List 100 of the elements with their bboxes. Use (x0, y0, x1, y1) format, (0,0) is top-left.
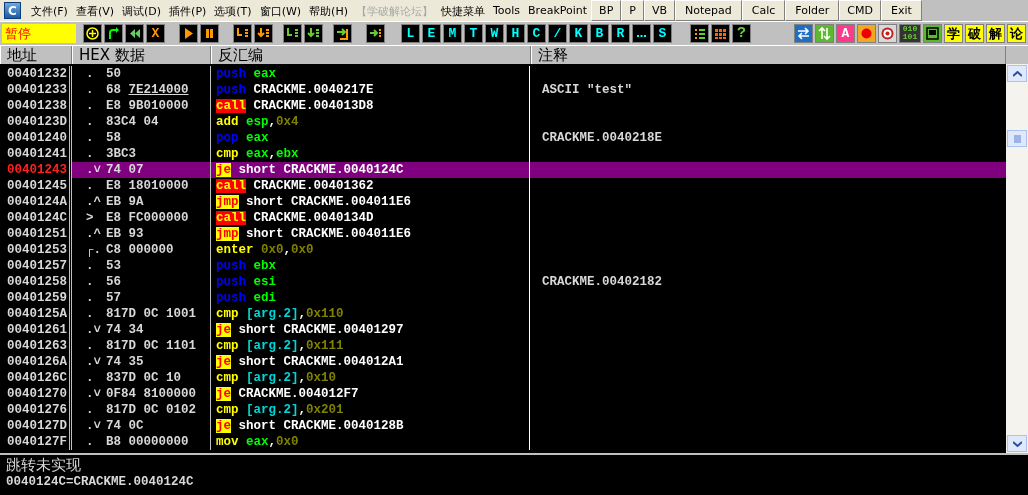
rewind-icon[interactable] (125, 23, 144, 43)
record-icon[interactable] (857, 23, 876, 43)
play-icon[interactable] (179, 23, 198, 43)
address-cell: 0040126A (0, 354, 72, 370)
view-button[interactable]: L (401, 23, 420, 43)
view-button[interactable]: T (464, 23, 483, 43)
comment-cell-text: CRACKME.00402182 (541, 274, 664, 290)
jump-marker: . (85, 370, 95, 386)
jump-marker: . (85, 290, 95, 306)
shortcut-button[interactable]: Folder (785, 0, 840, 21)
view-button[interactable]: H (506, 23, 525, 43)
menu-item[interactable]: 查看(V) (71, 0, 119, 21)
jump-marker: . (85, 434, 95, 450)
jump-marker: .^ (85, 194, 102, 210)
operand: eax (246, 131, 269, 145)
scrollbar[interactable] (1006, 64, 1028, 453)
operand: , (298, 371, 307, 385)
menu-item[interactable]: 帮助(H) (305, 0, 352, 21)
jump-marker: . (85, 274, 95, 290)
menu-item[interactable]: BreakPoint (524, 0, 592, 21)
shortcut-button[interactable]: CMD (839, 0, 881, 21)
dots-icon[interactable] (632, 23, 651, 43)
list-icon[interactable] (690, 23, 709, 43)
step-into-icon[interactable] (233, 23, 252, 43)
address-cell: 00401238 (0, 98, 72, 114)
view-button[interactable]: M (443, 23, 462, 43)
swap-arrows-icon[interactable] (794, 23, 813, 43)
jump-marker: . (85, 114, 95, 130)
mnemonic: cmp (216, 403, 239, 417)
mnemonic: jmp (216, 227, 239, 241)
menu-item[interactable]: Tools (488, 0, 525, 21)
view-button[interactable]: C (527, 23, 546, 43)
operand: CRACKME.00401362 (253, 179, 374, 193)
forum-button[interactable]: 学 (944, 23, 963, 43)
hex-bytes: EB 9A (106, 194, 144, 210)
menu-item[interactable]: 选项(T) (210, 0, 256, 21)
mnemonic: je (216, 387, 231, 401)
operand: short CRACKME.0040128B (238, 419, 404, 433)
address-cell: 00401276 (0, 402, 72, 418)
view-button[interactable]: B (590, 23, 609, 43)
pause-icon[interactable] (200, 23, 219, 43)
hex-bytes: 74 07 (106, 162, 144, 178)
shortcut-button[interactable]: P (621, 0, 644, 21)
view-button[interactable]: R (611, 23, 630, 43)
plus-icon[interactable] (83, 23, 102, 43)
hex-bytes: 817D 0C 1001 (106, 306, 196, 322)
scroll-down-icon[interactable] (1007, 435, 1027, 452)
menu-item[interactable]: 调试(D) (118, 0, 166, 21)
forum-button[interactable]: 解 (986, 23, 1005, 43)
comment-cell-text: CRACKME.0040218E (541, 130, 664, 146)
shortcut-button[interactable]: Calc (741, 0, 786, 21)
hex-bytes: 50 (106, 66, 121, 82)
forum-button[interactable]: 论 (1007, 23, 1026, 43)
view-button[interactable]: S (653, 23, 672, 43)
operand: short CRACKME.00401297 (238, 323, 404, 337)
step-over-icon[interactable] (254, 23, 273, 43)
operand: CRACKME.0040134D (253, 211, 374, 225)
menu-item[interactable]: 插件(P) (165, 0, 211, 21)
hex-bytes: 3BC3 (106, 146, 136, 162)
shortcut-button[interactable]: BP (591, 0, 622, 21)
view-button[interactable]: K (569, 23, 588, 43)
forum-button[interactable]: 破 (965, 23, 984, 43)
scroll-thumb[interactable] (1007, 130, 1027, 147)
address-cell: 00401270 (0, 386, 72, 402)
grid-icon[interactable] (711, 23, 730, 43)
mnemonic: jmp (216, 195, 239, 209)
operand: , (298, 403, 307, 417)
mnemonic: je (216, 163, 231, 177)
binary-button[interactable]: 010 101 (899, 23, 921, 43)
address-cell: 00401233 (0, 82, 72, 98)
operand: CRACKME.004013D8 (253, 99, 374, 113)
mnemonic: cmp (216, 147, 239, 161)
address-cell: 00401257 (0, 258, 72, 274)
menu-item[interactable]: 快捷菜单 (436, 0, 489, 21)
address-cell: 0040124C (0, 210, 72, 226)
shortcut-button[interactable]: Exit (880, 0, 922, 21)
menu-item[interactable]: 窗口(W) (255, 0, 306, 21)
window-icon[interactable] (923, 23, 942, 43)
close-button[interactable]: X (146, 23, 165, 43)
view-button[interactable]: W (485, 23, 504, 43)
view-button[interactable]: / (548, 23, 567, 43)
jump-marker: .˅ (85, 386, 102, 402)
operand: , (298, 339, 307, 353)
shortcut-button[interactable]: Notepad (675, 0, 742, 21)
up-down-arrows-icon[interactable] (815, 23, 834, 43)
menu-item[interactable]: 文件(F) (27, 0, 72, 21)
trace-into-icon[interactable] (283, 23, 302, 43)
hex-bytes: 57 (106, 290, 121, 306)
hex-bytes: 0F84 8100000 (106, 386, 196, 402)
scroll-up-icon[interactable] (1007, 65, 1027, 82)
address-cell: 00401259 (0, 290, 72, 306)
target-icon[interactable] (878, 23, 897, 43)
comment-cell-text: ASCII "test" (541, 82, 633, 98)
view-button[interactable]: E (422, 23, 441, 43)
goto-icon[interactable] (366, 23, 385, 43)
info-text: 跳转未实现 (6, 457, 82, 474)
return-icon[interactable] (333, 23, 352, 43)
shortcut-button[interactable]: VB (643, 0, 675, 21)
trace-over-icon[interactable] (304, 23, 323, 43)
help-button[interactable]: ? (732, 23, 751, 43)
